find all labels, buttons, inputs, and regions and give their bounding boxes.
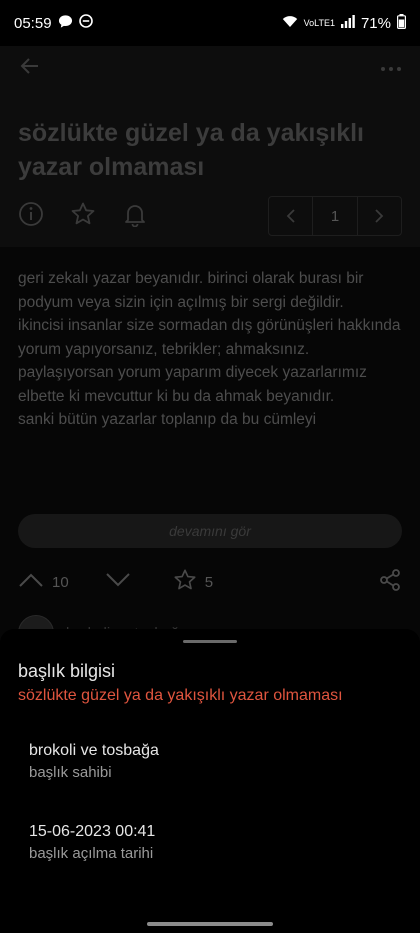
previous-page-button[interactable] (269, 197, 312, 235)
wifi-icon (282, 15, 298, 32)
favorite-star-icon[interactable] (70, 201, 96, 232)
more-options-icon[interactable] (380, 59, 402, 77)
topic-action-row: 1 (18, 196, 402, 236)
topic-date-block: 15-06-2023 00:41 başlık açılma tarihi (29, 821, 155, 865)
sheet-drag-handle[interactable] (183, 640, 237, 643)
chat-icon (58, 14, 73, 33)
topic-owner-label: başlık sahibi (29, 764, 112, 781)
current-page-number[interactable]: 1 (312, 197, 356, 235)
next-page-button[interactable] (356, 197, 401, 235)
battery-percent: 71% (360, 14, 391, 32)
entry-card: geri zekalı yazar beyanıdır. birinci ola… (0, 247, 420, 667)
share-icon[interactable] (378, 568, 402, 597)
battery-icon (397, 13, 407, 33)
topic-owner-block[interactable]: brokoli ve tosbağa başlık sahibi (29, 740, 159, 784)
gesture-nav-bar[interactable] (147, 922, 273, 926)
app-bar (0, 46, 420, 90)
topic-owner-name[interactable]: brokoli ve tosbağa (29, 740, 159, 762)
topic-created-date: 15-06-2023 00:41 (29, 823, 156, 840)
back-arrow-icon[interactable] (18, 54, 42, 83)
upvote-count: 10 (52, 573, 69, 591)
entry-text: geri zekalı yazar beyanıdır. birinci ola… (18, 270, 401, 428)
entry-favorite-icon[interactable] (173, 568, 197, 597)
do-not-disturb-icon (78, 14, 93, 32)
upvote-icon[interactable] (18, 572, 44, 593)
entry-actions: 10 5 (18, 567, 402, 597)
downvote-icon[interactable] (105, 572, 131, 593)
chevron-right-icon (375, 209, 384, 223)
network-type-label: VoLTE1 (303, 18, 335, 28)
sheet-heading: başlık bilgisi (18, 661, 116, 681)
notification-bell-icon[interactable] (122, 201, 148, 232)
info-icon[interactable] (18, 201, 44, 232)
pagination: 1 (268, 196, 402, 236)
topic-info-sheet: başlık bilgisi sözlükte güzel ya da yakı… (0, 629, 420, 933)
read-more-button[interactable]: devamını gör (18, 514, 402, 548)
topic-title[interactable]: sözlükte güzel ya da yakışıklı yazar olm… (18, 116, 398, 184)
signal-icon (340, 14, 355, 32)
favorite-count: 5 (204, 573, 214, 591)
status-time: 05:59 (14, 14, 52, 32)
sheet-topic-title[interactable]: sözlükte güzel ya da yakışıklı yazar olm… (18, 687, 343, 705)
chevron-left-icon (286, 209, 295, 223)
status-bar: 05:59 VoLTE1 71% (0, 0, 420, 46)
topic-created-label: başlık açılma tarihi (29, 845, 154, 862)
